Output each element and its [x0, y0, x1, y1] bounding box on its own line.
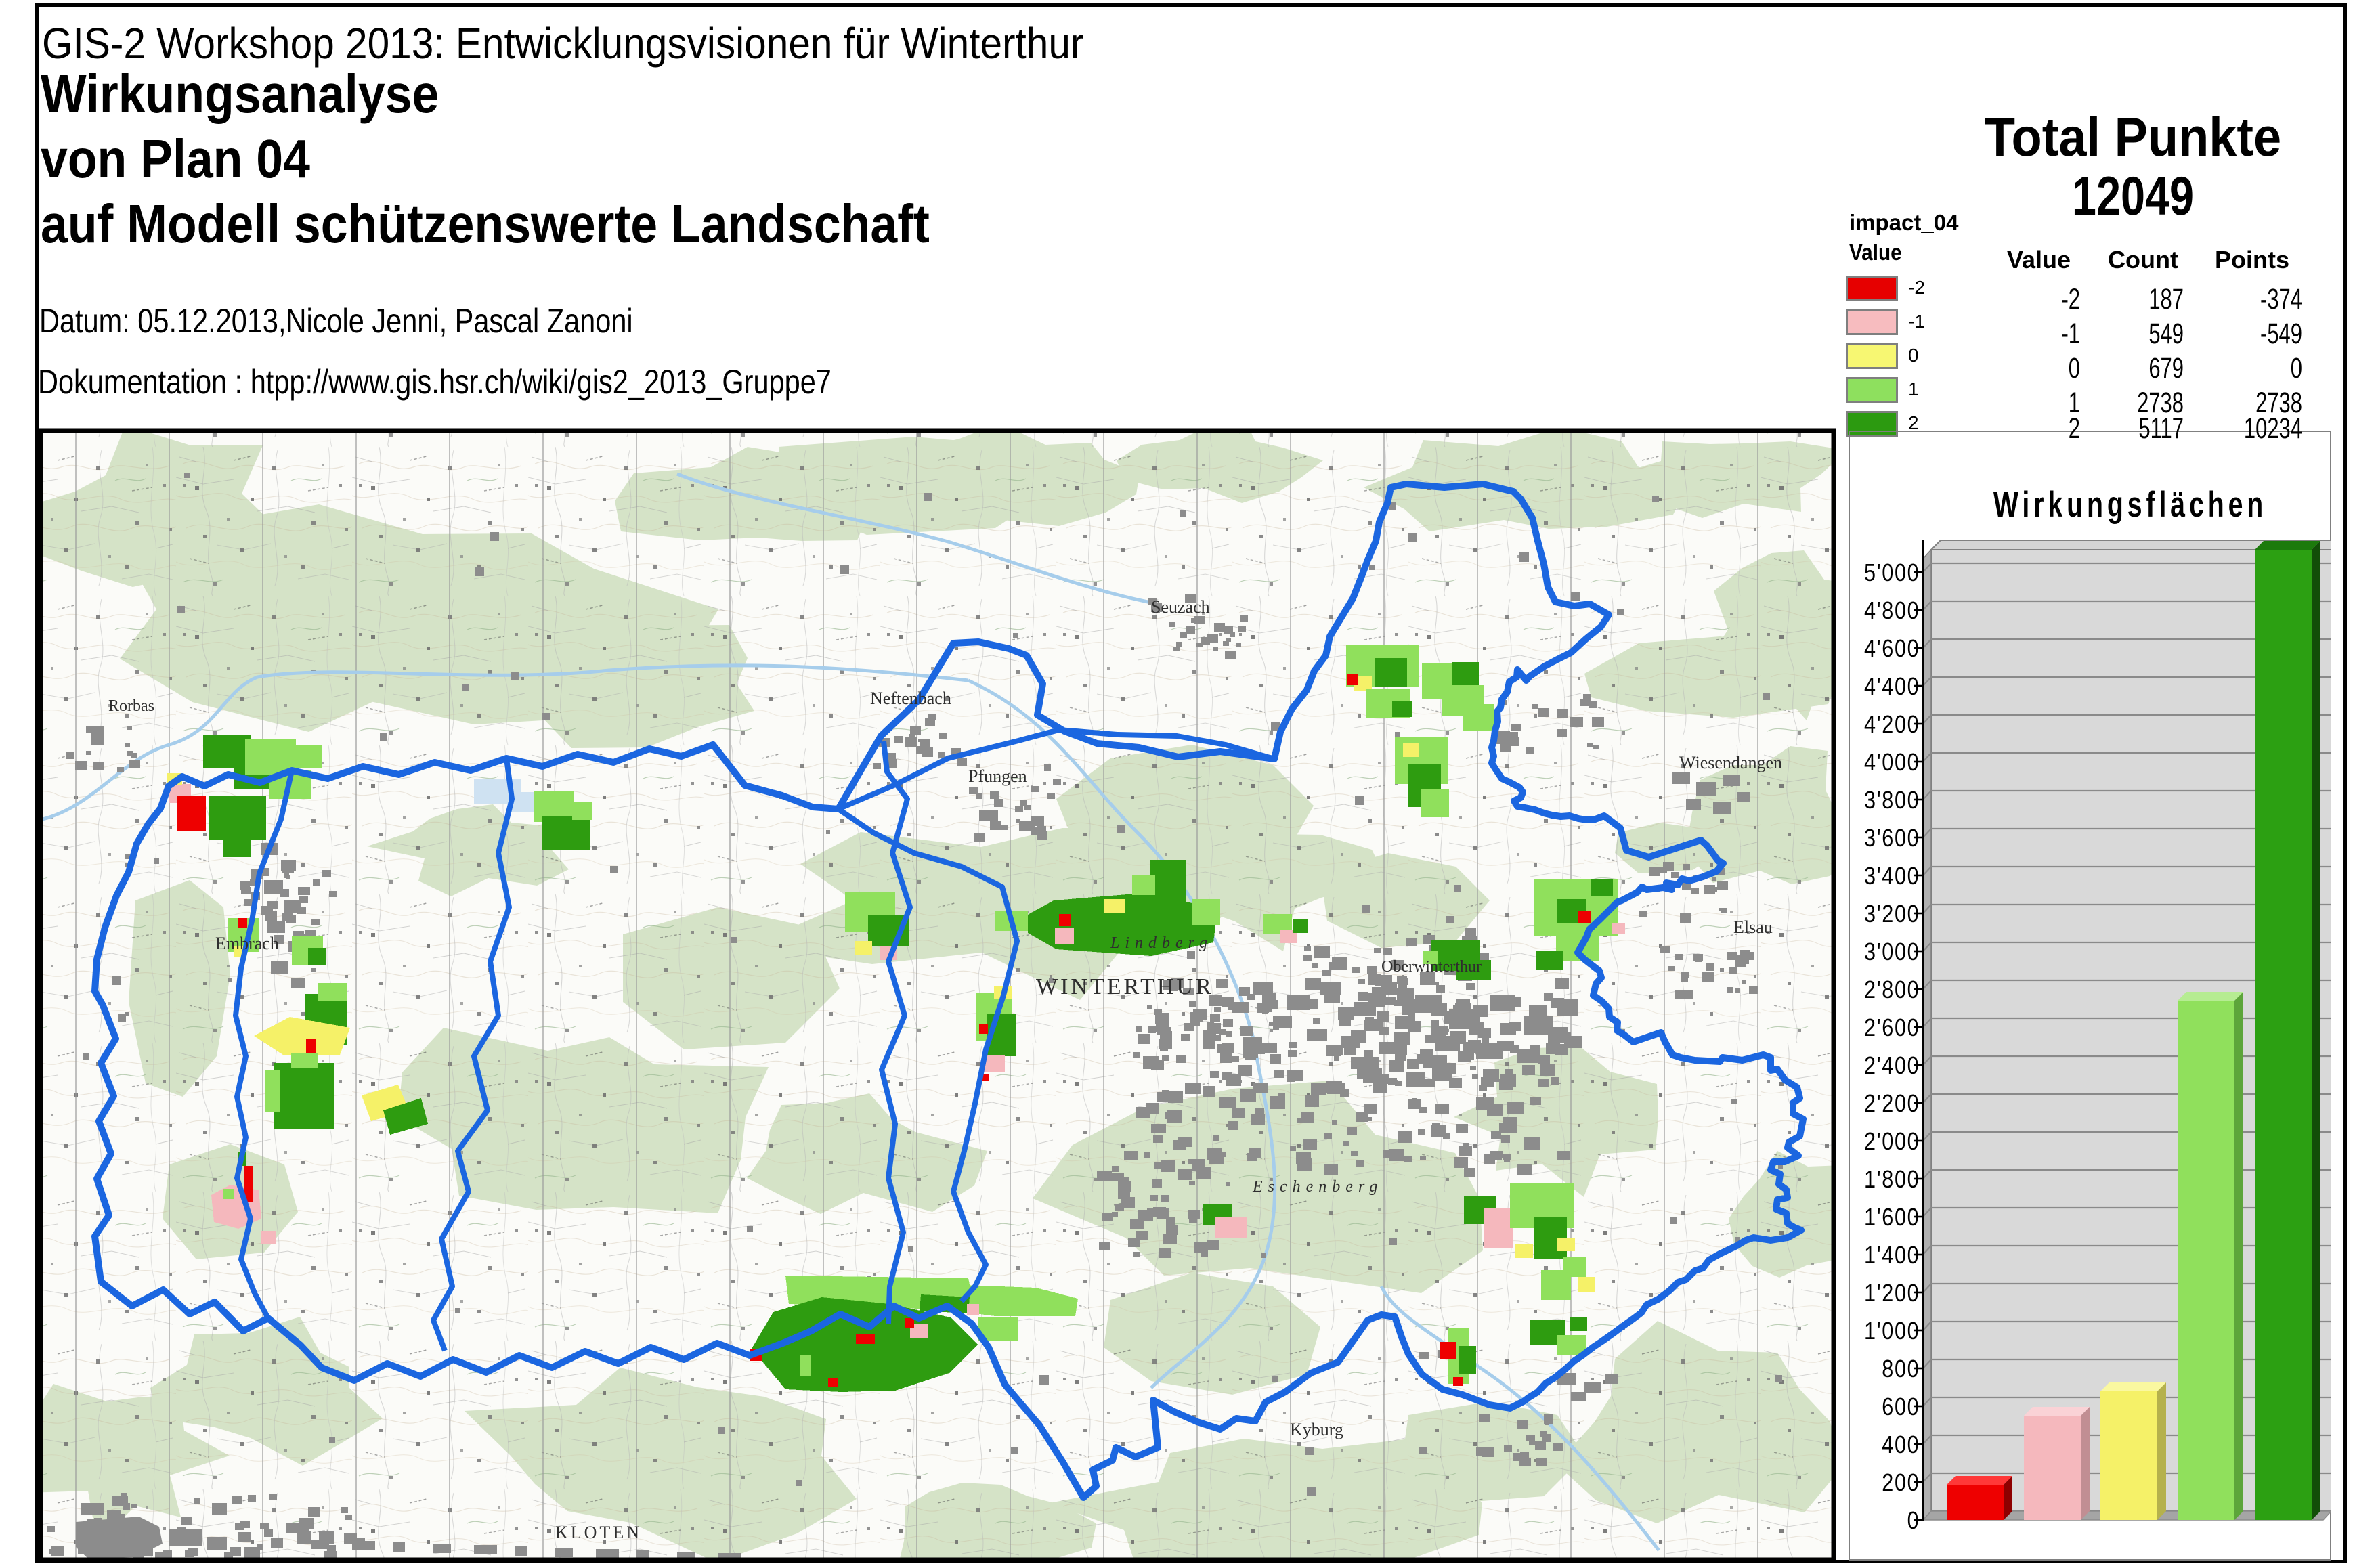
svg-text:Neftenbach: Neftenbach: [870, 689, 951, 708]
svg-text:Rorbas: Rorbas: [108, 697, 154, 715]
svg-text:WINTERTHUR: WINTERTHUR: [1036, 974, 1214, 999]
svg-text:Kyburg: Kyburg: [1290, 1420, 1343, 1439]
svg-text:Embrach: Embrach: [215, 934, 279, 953]
svg-text:KLOTEN: KLOTEN: [555, 1523, 642, 1542]
svg-text:Pfungen: Pfungen: [968, 766, 1027, 786]
svg-text:Oberwinterthur: Oberwinterthur: [1381, 958, 1482, 976]
svg-text:Lindberg: Lindberg: [1110, 934, 1213, 952]
svg-text:Wiesendangen: Wiesendangen: [1679, 753, 1782, 772]
svg-text:Eschenberg: Eschenberg: [1252, 1178, 1383, 1196]
svg-text:Elsau: Elsau: [1733, 917, 1773, 937]
svg-text:Seuzach: Seuzach: [1151, 597, 1210, 617]
